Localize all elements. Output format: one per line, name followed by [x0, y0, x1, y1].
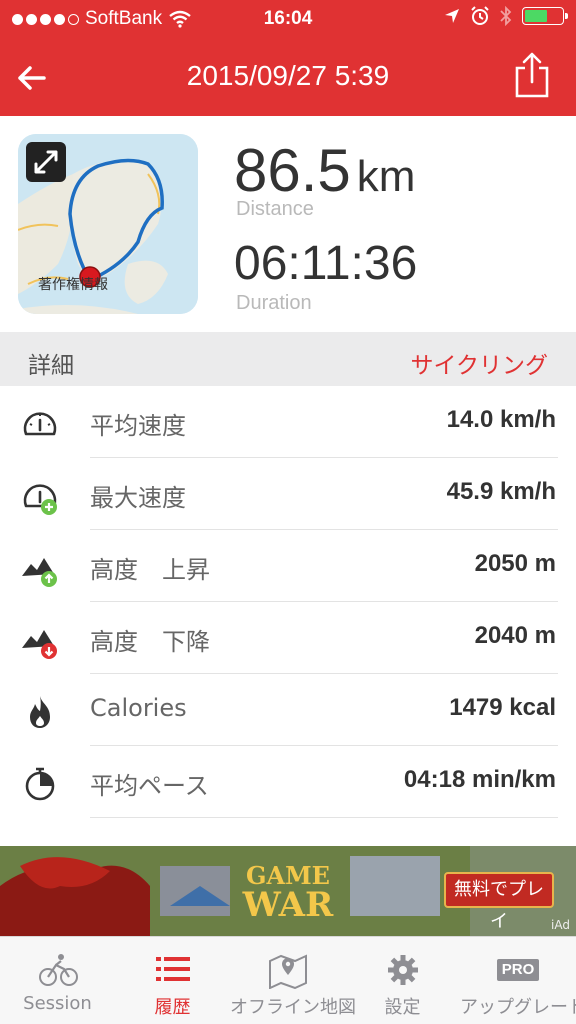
- speedometer-icon: [23, 412, 57, 436]
- gear-icon: [388, 955, 418, 985]
- iad-badge: iAd: [551, 918, 570, 932]
- ad-play-button[interactable]: 無料でプレイ: [444, 872, 554, 932]
- tab-label: 設定: [384, 997, 421, 1018]
- share-icon[interactable]: [512, 50, 552, 100]
- tab-label: 履歴: [154, 997, 191, 1018]
- cyclist-icon: [39, 954, 78, 986]
- battery-icon: [522, 7, 568, 25]
- tab-upgrade[interactable]: PRO アップグレード: [460, 937, 576, 1024]
- detail-label: 平均ペース: [90, 772, 209, 800]
- detail-value: 1479 kcal: [449, 694, 556, 721]
- distance-number: 86.5: [234, 137, 351, 204]
- tab-offline-map[interactable]: オフライン地図: [230, 937, 356, 1024]
- detail-label: Calories: [90, 694, 187, 722]
- detail-label: 高度 上昇: [90, 556, 210, 584]
- detail-label: 高度 下降: [90, 628, 210, 656]
- nav-bar: 2015/09/27 5:39: [0, 40, 576, 116]
- details-list: 平均速度 14.0 km/h 最大速度 45.9 km/h 高度 上昇 2050…: [0, 386, 576, 846]
- ad-logo-bottom: WAR: [242, 885, 334, 925]
- status-bar: SoftBank 16:04: [0, 0, 576, 40]
- ad-logo: GAME WAR: [238, 864, 338, 924]
- detail-row-average-speed: 平均速度 14.0 km/h: [0, 386, 576, 458]
- route-map[interactable]: 著作権情報: [18, 134, 198, 314]
- location-arrow-icon: [445, 9, 459, 23]
- activity-type[interactable]: サイクリング: [410, 346, 548, 380]
- list-icon: [156, 957, 190, 981]
- detail-value: 2050 m: [474, 550, 556, 577]
- bluetooth-icon: [500, 6, 512, 26]
- detail-value: 14.0 km/h: [446, 406, 556, 433]
- duration-label: Duration: [236, 292, 312, 314]
- details-section-header: 詳細 サイクリング: [0, 332, 576, 386]
- tab-label: Session: [23, 993, 92, 1014]
- ad-banner[interactable]: GAME WAR 無料でプレイ iAd: [0, 846, 576, 936]
- detail-row-elevation-loss: 高度 下降 2040 m: [0, 602, 576, 674]
- tab-history[interactable]: 履歴: [115, 937, 230, 1024]
- tab-session[interactable]: Session: [0, 937, 115, 1024]
- distance-label: Distance: [236, 198, 314, 220]
- distance-value: 86.5 km: [234, 136, 415, 205]
- detail-row-max-speed: 最大速度 45.9 km/h: [0, 458, 576, 530]
- alarm-icon: [471, 6, 489, 25]
- detail-label: 最大速度: [90, 484, 186, 512]
- flame-icon: [30, 696, 50, 728]
- tab-settings[interactable]: 設定: [345, 937, 460, 1024]
- tab-bar: Session 履歴 オフライン地図 設定 PRO アップグレード: [0, 936, 576, 1024]
- elevation-up-icon: [22, 558, 57, 587]
- detail-row-calories: Calories 1479 kcal: [0, 674, 576, 746]
- pro-badge-text: PRO: [501, 961, 535, 978]
- detail-value: 45.9 km/h: [446, 478, 556, 505]
- tab-label: アップグレード: [460, 997, 576, 1018]
- pro-icon: PRO: [497, 959, 539, 981]
- map-pin-icon: [269, 954, 307, 989]
- detail-value: 2040 m: [474, 622, 556, 649]
- duration-value: 06:11:36: [234, 237, 418, 290]
- expand-map-icon[interactable]: [26, 142, 66, 182]
- elevation-down-icon: [22, 630, 57, 659]
- section-title: 詳細: [28, 353, 74, 379]
- session-summary: 著作権情報 86.5 km Distance 06:11:36 Duration: [0, 116, 576, 332]
- speedometer-plus-icon: [23, 484, 57, 515]
- status-icons: [444, 6, 568, 26]
- detail-row-average-pace: 平均ペース 04:18 min/km: [0, 746, 576, 818]
- map-credit[interactable]: 著作権情報: [38, 274, 108, 294]
- tab-label: オフライン地図: [230, 997, 356, 1018]
- stopwatch-icon: [25, 767, 55, 801]
- detail-row-elevation-gain: 高度 上昇 2050 m: [0, 530, 576, 602]
- detail-label: 平均速度: [90, 412, 186, 440]
- distance-unit: km: [356, 152, 416, 201]
- header: SoftBank 16:04 2015/09/27 5:39: [0, 0, 576, 116]
- detail-value: 04:18 min/km: [403, 766, 556, 793]
- page-title: 2015/09/27 5:39: [186, 60, 390, 91]
